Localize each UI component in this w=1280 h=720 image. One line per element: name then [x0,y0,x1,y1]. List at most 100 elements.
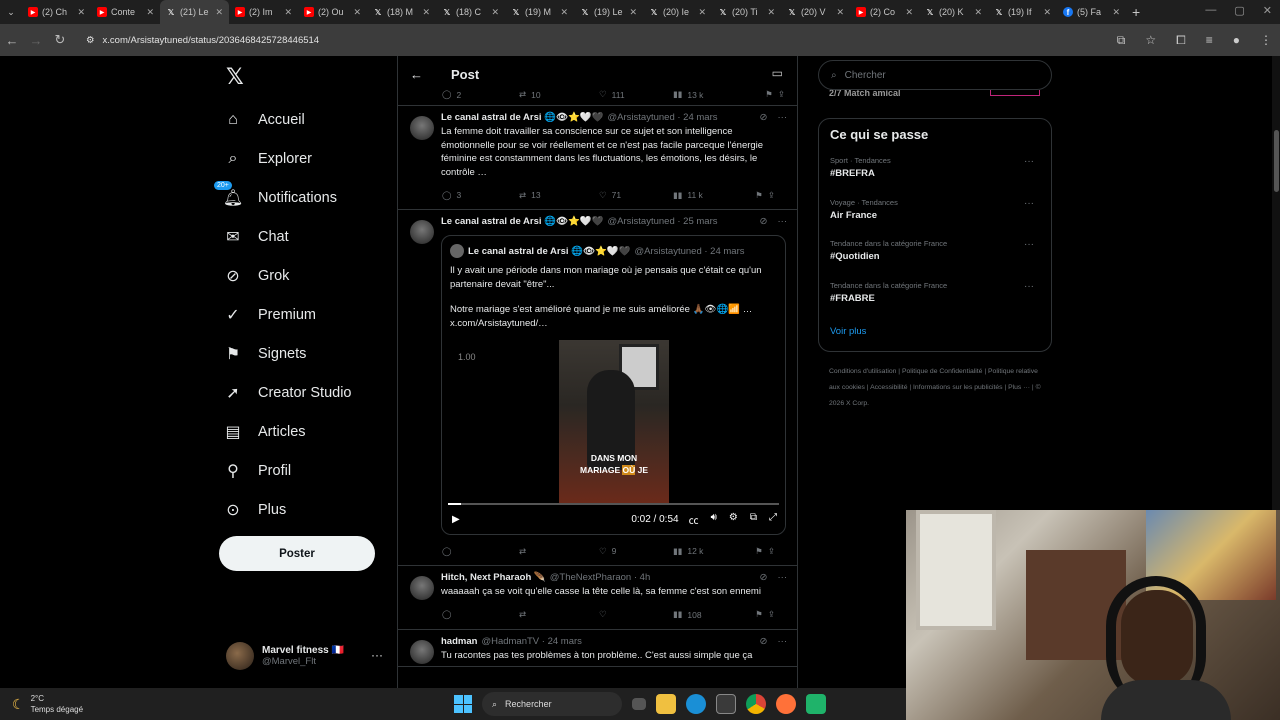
share-icon[interactable]: ⇪ [778,89,785,100]
tab-list-chevron-icon[interactable]: ⌄ [0,7,22,18]
close-icon[interactable]: ✕ [422,7,430,18]
site-info-icon[interactable]: ⚙ [86,35,95,46]
browser-tab[interactable]: 𝕏 (19) M ✕ [505,0,574,24]
post-button[interactable]: Poster [219,536,375,571]
close-icon[interactable]: ✕ [284,7,292,18]
browser-tab[interactable]: ▶ (2) Im ✕ [229,0,298,24]
bookmark-icon[interactable]: ⚑ [755,190,763,201]
browser-tab[interactable]: 𝕏 (21) Le ✕ [160,0,229,24]
close-icon[interactable]: ✕ [1043,7,1051,18]
share-icon[interactable]: ⇪ [768,609,775,620]
share-icon[interactable]: ⇪ [768,546,775,557]
play-icon[interactable]: ▶ [452,514,460,525]
sidebar-item-accueil[interactable]: ⌂ Accueil [224,100,352,139]
pip-icon[interactable]: ⧉ [750,512,757,527]
browser-tab[interactable]: 𝕏 (20) K ✕ [919,0,988,24]
views-button[interactable]: ▮▮ 13 k [673,89,749,100]
more-icon[interactable]: ··· [1024,239,1034,250]
repost-button[interactable]: ⇄ [519,609,599,620]
reload-icon[interactable]: ↻ [48,32,72,48]
tweet[interactable]: hadman @HadmanTV · 24 mars ⊘ ··· Tu racontes… [398,630,797,667]
views-button[interactable]: ▮▮ 12 k [673,546,749,557]
trend-item[interactable]: Tendance dans la catégorie France #Quotid… [830,239,1040,281]
like-button[interactable]: ♡ 71 [599,190,673,201]
reader-mode-icon[interactable]: ▭ [772,66,783,80]
edge-icon[interactable] [686,694,706,714]
back-icon[interactable]: ← [0,33,24,48]
more-icon[interactable]: ··· [778,572,788,583]
tweet[interactable]: Le canal astral de Arsi 🌐👁⭐🤍🖤 @Arsistaytu… [398,106,797,210]
close-icon[interactable]: ✕ [629,7,637,18]
browser-tab[interactable]: 𝕏 (20) Ie ✕ [643,0,712,24]
tweet-author-name[interactable]: hadman [441,636,477,647]
browser-tab[interactable]: ▶ (2) Co ✕ [850,0,919,24]
close-icon[interactable]: ✕ [1112,7,1120,18]
chrome-icon[interactable] [746,694,766,714]
fullscreen-icon[interactable]: ⤢ [769,512,777,527]
windows-start-icon[interactable] [454,695,472,713]
like-button[interactable]: ♡ 111 [599,89,673,100]
tweet-author-name[interactable]: Hitch, Next Pharaoh 🪶 [441,572,546,583]
close-icon[interactable]: ✕ [698,7,706,18]
avatar[interactable] [410,116,434,140]
close-icon[interactable]: ✕ [836,7,844,18]
reply-button[interactable]: ◯ 3 [442,190,519,201]
like-button[interactable]: ♡ [599,609,673,620]
settings-icon[interactable]: ⚙ [729,512,738,527]
browser-tab[interactable]: 𝕏 (18) M ✕ [367,0,436,24]
grok-icon[interactable]: ⊘ [760,636,768,647]
tweet[interactable]: Hitch, Next Pharaoh 🪶 @TheNextPharaon · 4… [398,566,797,630]
grok-icon[interactable]: ⊘ [760,216,768,227]
profile-icon[interactable]: ● [1233,33,1240,48]
reply-button[interactable]: ◯ [442,609,519,620]
repost-button[interactable]: ⇄ 10 [519,89,599,100]
close-window-icon[interactable]: ✕ [1263,4,1272,17]
browser-tab[interactable]: 𝕏 (20) V ✕ [781,0,850,24]
reply-button[interactable]: ◯ 2 [442,89,519,100]
sidebar-item-notifications[interactable]: 🔔︎ 20+ Notifications [214,178,352,217]
grok-icon[interactable]: ⊘ [760,572,768,583]
browser-tab[interactable]: 𝕏 (19) Le ✕ [574,0,643,24]
firefox-icon[interactable] [776,694,796,714]
avatar[interactable] [410,576,434,600]
close-icon[interactable]: ✕ [77,7,85,18]
app-icon[interactable] [806,694,826,714]
more-icon[interactable]: ··· [778,216,788,227]
browser-tab[interactable]: ▶ Conte ✕ [91,0,160,24]
x-logo-icon[interactable]: 𝕏 [226,64,244,90]
bookmark-icon[interactable]: ⚑ [765,89,773,100]
views-button[interactable]: ▮▮ 11 k [673,190,749,201]
sidebar-item-grok[interactable]: ⊘ Grok [224,256,352,295]
close-icon[interactable]: ✕ [905,7,913,18]
more-icon[interactable]: ··· [1024,156,1034,167]
sidebar-item-chat[interactable]: ✉ Chat [224,217,352,256]
tweet-author-name[interactable]: Le canal astral de Arsi 🌐👁⭐🤍🖤 [441,216,604,227]
footer-link[interactable]: Politique de Confidentialité [902,368,982,375]
account-switcher[interactable]: Marvel fitness 🇫🇷 @Marvel_Flt ··· [226,642,383,670]
browser-tab[interactable]: 𝕏 (20) Ti ✕ [712,0,781,24]
sidebar-item-creator-studio[interactable]: ➚ Creator Studio [224,373,351,412]
footer-link[interactable]: Conditions d'utilisation [829,368,896,375]
browser-tab[interactable]: 𝕏 (18) C ✕ [436,0,505,24]
footer-link[interactable]: Plus ··· [1008,384,1030,391]
close-icon[interactable]: ✕ [491,7,499,18]
reply-button[interactable]: ◯ [442,546,519,557]
repost-button[interactable]: ⇄ 13 [519,190,599,201]
repost-button[interactable]: ⇄ [519,546,599,557]
sidebar-item-articles[interactable]: ▤ Articles [224,412,352,451]
trend-item[interactable]: Tendance dans la catégorie France #FRABRE… [830,281,1040,323]
like-button[interactable]: ♡ 9 [599,546,673,557]
footer-link[interactable]: Accessibilité [870,384,907,391]
volume-icon[interactable]: 🔊︎ [711,512,717,527]
browser-tab[interactable]: f (5) Fa ✕ [1057,0,1126,24]
close-icon[interactable]: ✕ [215,7,223,18]
weather-widget[interactable]: ☾ 2°C Temps dégagé [12,693,83,715]
views-button[interactable]: ▮▮ 108 [673,609,749,620]
avatar[interactable] [410,639,434,664]
tweet[interactable]: Le canal astral de Arsi 🌐👁⭐🤍🖤 @Arsistaytu… [398,210,797,566]
more-icon[interactable]: ··· [371,648,383,662]
more-icon[interactable]: ··· [1024,281,1034,292]
task-view-icon[interactable] [632,698,646,710]
tweet-author-name[interactable]: Le canal astral de Arsi 🌐👁⭐🤍🖤 [441,112,604,123]
close-icon[interactable]: ✕ [353,7,361,18]
